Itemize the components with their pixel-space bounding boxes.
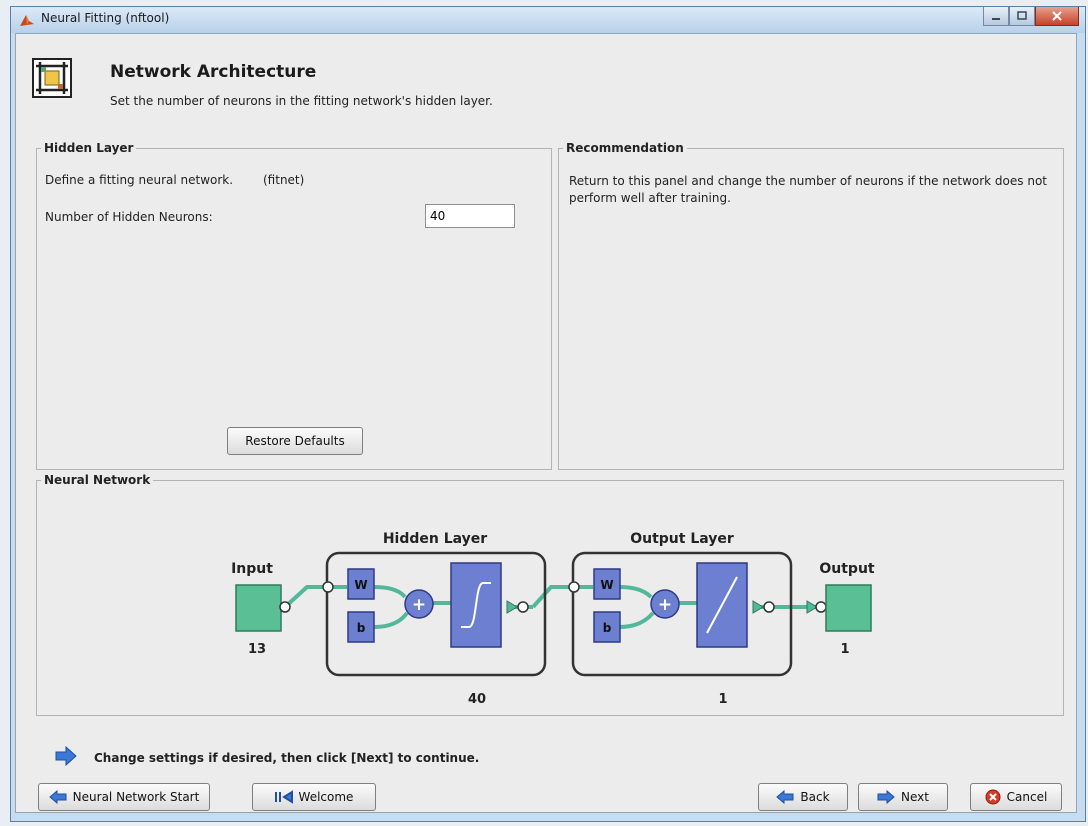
neural-network-start-icon [48, 790, 67, 804]
output-layer-size: 1 [718, 692, 727, 707]
cancel-icon [985, 789, 1001, 805]
hidden-layer-panel: Hidden Layer Define a fitting neural net… [36, 141, 552, 470]
page-subtitle: Set the number of neurons in the fitting… [110, 94, 493, 108]
recommendation-panel-title: Recommendation [563, 141, 687, 155]
hidden-bias-label: b [357, 621, 366, 635]
output-bias-label: b [603, 621, 612, 635]
page-title: Network Architecture [110, 62, 317, 82]
output-layer-arrow [752, 600, 764, 614]
restore-defaults-button[interactable]: Restore Defaults [227, 427, 363, 455]
hidden-neurons-input[interactable] [425, 204, 515, 228]
output-block [825, 584, 872, 632]
next-arrow-icon [877, 790, 895, 804]
output-layer-output-connector [763, 601, 775, 613]
title-bar[interactable]: Neural Fitting (nftool) [11, 7, 1085, 33]
next-label: Next [901, 790, 929, 804]
hidden-layer-output-connector [517, 601, 529, 613]
maximize-icon[interactable] [1009, 7, 1035, 26]
hidden-neurons-label: Number of Hidden Neurons: [45, 210, 213, 224]
next-hint-arrow-icon [55, 746, 77, 766]
window-title: Neural Fitting (nftool) [41, 11, 170, 25]
input-size: 13 [248, 642, 266, 657]
output-connector [815, 601, 827, 613]
hidden-sum-label: + [412, 595, 426, 615]
recommendation-text: Return to this panel and change the numb… [569, 174, 1047, 205]
network-description: Define a fitting neural network. [45, 173, 234, 187]
welcome-icon [274, 790, 293, 804]
cancel-label: Cancel [1006, 790, 1048, 804]
welcome-button[interactable]: Welcome [252, 783, 376, 811]
page-header: Network Architecture Set the number of n… [16, 34, 1076, 124]
back-button[interactable]: Back [758, 783, 848, 811]
hidden-layer-size: 40 [468, 692, 486, 707]
output-sum-label: + [658, 595, 672, 615]
neural-network-start-button[interactable]: Neural Network Start [38, 783, 210, 811]
recommendation-panel: Recommendation Return to this panel and … [558, 141, 1064, 470]
close-icon[interactable] [1035, 7, 1079, 26]
input-label: Input [231, 561, 273, 577]
network-architecture-icon [32, 58, 72, 98]
output-weight-label: W [600, 578, 613, 592]
input-block [235, 584, 282, 632]
output-size: 1 [840, 642, 849, 657]
minimize-icon[interactable] [983, 7, 1009, 26]
next-button[interactable]: Next [858, 783, 948, 811]
input-connector [279, 601, 291, 613]
output-layer-input-connector [568, 581, 580, 593]
output-label: Output [819, 561, 875, 577]
hidden-weight-label: W [354, 578, 367, 592]
app-window: Neural Fitting (nftool) Network Architec… [10, 6, 1086, 822]
network-diagram: Input 13 Hidden Layer W b + 40 Output La… [231, 531, 875, 707]
function-name: (fitnet) [263, 173, 305, 187]
hidden-layer-label: Hidden Layer [383, 531, 487, 547]
neural-network-panel: Neural Network Input 13 Hidden Layer W b… [36, 473, 1064, 716]
window-controls [983, 7, 1079, 27]
back-arrow-icon [776, 790, 794, 804]
neural-network-start-label: Neural Network Start [72, 790, 200, 804]
footer-instruction: Change settings if desired, then click [… [94, 751, 480, 765]
tool-client-area: Network Architecture Set the number of n… [15, 33, 1077, 813]
back-label: Back [800, 790, 830, 804]
cancel-button[interactable]: Cancel [970, 783, 1062, 811]
hidden-layer-panel-title: Hidden Layer [41, 141, 137, 155]
welcome-label: Welcome [298, 790, 354, 804]
hidden-layer-input-connector [322, 581, 334, 593]
matlab-logo-icon [20, 15, 34, 26]
hidden-output-arrow [506, 600, 518, 614]
output-layer-label: Output Layer [630, 531, 734, 547]
